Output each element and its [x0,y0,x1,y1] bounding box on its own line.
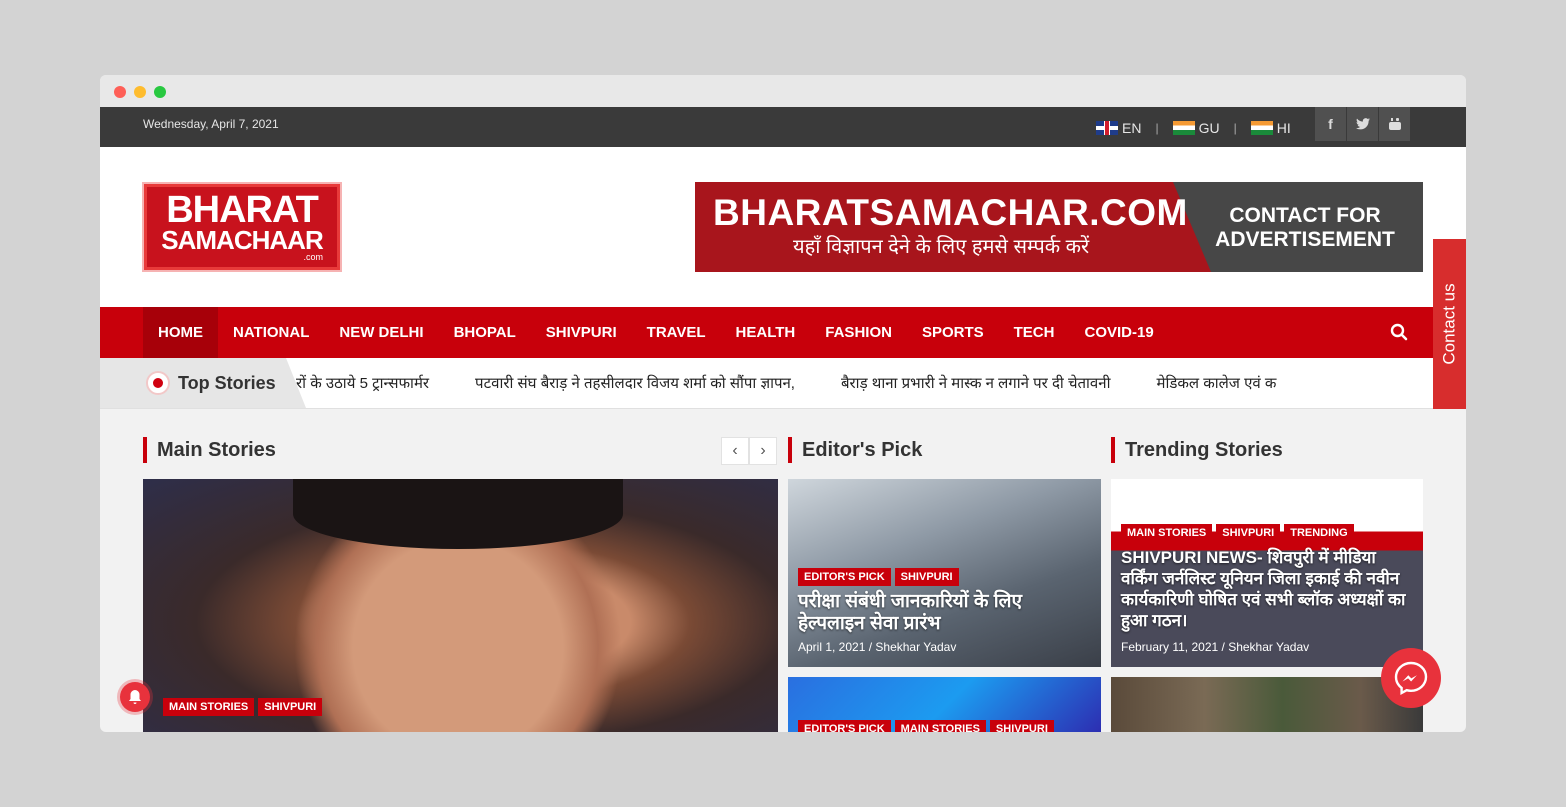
nav-item-sports[interactable]: SPORTS [907,307,999,358]
india-flag-icon [1250,121,1273,135]
separator: | [1155,121,1159,135]
ticker-item[interactable]: पटवारी संघ बैराड़ ने तहसीलदार विजय शर्मा… [475,373,795,393]
nav-item-fashion[interactable]: FASHION [810,307,907,358]
trending-story-card[interactable]: MAIN STORIES SHIVPURI TRENDING SHIVPURI … [1111,479,1423,667]
lang-en[interactable]: EN [1096,120,1141,136]
trending-stories-title: Trending Stories [1111,437,1283,463]
story-date[interactable]: April 1, 2021 [798,640,865,654]
ad-cta-line-2: ADVERTISEMENT [1215,228,1395,251]
nav-item-national[interactable]: NATIONAL [218,307,324,358]
category-tag[interactable]: EDITOR'S PICK [798,568,891,586]
site-logo[interactable]: BHARAT SAMACHAAR .com [144,184,340,270]
top-bar: Wednesday, April 7, 2021 EN | GU | HI f [100,107,1466,147]
search-icon[interactable] [1390,323,1408,341]
contact-us-label: Contact us [1439,283,1459,365]
story-meta: February 11, 2021 / Shekhar Yadav [1121,640,1310,654]
ticker-item[interactable]: रों के उठाये 5 ट्रान्सफार्मर [296,373,429,393]
facebook-icon[interactable]: f [1314,107,1346,141]
top-stories-ticker: Top Stories रों के उठाये 5 ट्रान्सफार्मर… [100,358,1466,409]
lang-gu[interactable]: GU [1172,120,1220,136]
category-tag[interactable]: TRENDING [1284,524,1354,542]
category-tags: EDITOR'S PICK SHIVPURI [798,568,959,586]
window-chrome [100,75,1466,107]
chevron-right-icon[interactable]: › [749,437,777,465]
nav-item-shivpuri[interactable]: SHIVPURI [531,307,632,358]
story-author[interactable]: Shekhar Yadav [1228,640,1309,654]
close-window-button[interactable] [114,86,126,98]
site-header: BHARAT SAMACHAAR .com BHARATSAMACHAR.COM… [100,147,1466,307]
live-dot-icon [146,371,170,395]
nav-item-travel[interactable]: TRAVEL [632,307,721,358]
main-nav: HOME NATIONAL NEW DELHI BHOPAL SHIVPURI TRAVE… [100,307,1466,358]
nav-item-new-delhi[interactable]: NEW DELHI [324,307,438,358]
story-author[interactable]: Shekhar Yadav [875,640,956,654]
story-photo-detail [293,479,623,549]
uk-flag-icon [1096,121,1118,135]
maximize-window-button[interactable] [154,86,166,98]
ad-cta-line-1: CONTACT FOR [1229,204,1381,227]
ticker-item[interactable]: मेडिकल कालेज एवं क [1156,373,1276,393]
category-tag[interactable]: EDITOR'S PICK [798,720,891,732]
category-tags: MAIN STORIES SHIVPURI TRENDING [1121,524,1354,542]
nav-item-bhopal[interactable]: BHOPAL [439,307,531,358]
main-story-card[interactable]: MAIN STORIES SHIVPURI [143,479,778,732]
lang-hi-label: HI [1276,120,1291,136]
category-tag[interactable]: SHIVPURI [258,698,323,716]
messenger-chat-icon[interactable] [1381,648,1441,708]
browser-window: Wednesday, April 7, 2021 EN | GU | HI f [100,75,1466,732]
ticker-label: Top Stories [178,373,276,393]
notification-bell-icon[interactable] [120,682,150,712]
logo-line-3: .com [303,252,323,262]
minimize-window-button[interactable] [134,86,146,98]
twitter-icon[interactable] [1346,107,1378,141]
category-tag[interactable]: MAIN STORIES [163,698,255,716]
ad-cta: CONTACT FOR ADVERTISEMENT [1215,204,1395,252]
category-tag[interactable]: SHIVPURI [1216,524,1281,542]
ticker-track: रों के उठाये 5 ट्रान्सफार्मर पटवारी संघ ब… [296,358,1422,408]
category-tags: MAIN STORIES SHIVPURI [163,698,323,716]
story-title[interactable]: SHIVPURI NEWS- शिवपुरी में मीडिया वर्किं… [1121,547,1416,631]
category-tags: EDITOR'S PICK MAIN STORIES SHIVPURI [798,720,1054,732]
nav-item-tech[interactable]: TECH [999,307,1070,358]
editors-pick-title: Editor's Pick [788,437,922,463]
lang-hi[interactable]: HI [1250,120,1291,136]
nav-items: HOME NATIONAL NEW DELHI BHOPAL SHIVPURI TRAVE… [143,307,1169,358]
ticker-items: रों के उठाये 5 ट्रान्सफार्मर पटवारी संघ ब… [296,373,1322,393]
lang-gu-label: GU [1198,120,1220,136]
india-flag-icon [1172,121,1195,135]
editors-pick-card[interactable]: EDITOR'S PICK SHIVPURI परीक्षा संबंधी जा… [788,479,1101,667]
category-tag[interactable]: SHIVPURI [989,720,1054,732]
ticker-item[interactable]: बैराड़ थाना प्रभारी ने मास्क न लगाने पर … [841,373,1110,393]
nav-item-covid-19[interactable]: COVID-19 [1069,307,1168,358]
contact-us-tab[interactable]: Contact us [1433,239,1466,409]
separator: | [1233,121,1237,135]
ad-tagline: यहाँ विज्ञापन देने के लिए हमसे सम्पर्क क… [793,236,1090,258]
main-stories-arrows: ‹ › [721,437,777,465]
youtube-icon[interactable] [1378,107,1410,141]
logo-line-2: SAMACHAAR [161,225,323,255]
nav-item-health[interactable]: HEALTH [721,307,811,358]
social-links: f [1314,107,1410,141]
story-date[interactable]: February 11, 2021 [1121,640,1218,654]
category-tag[interactable]: SHIVPURI [894,568,959,586]
nav-item-home[interactable]: HOME [143,307,218,358]
advertisement-banner[interactable]: BHARATSAMACHAR.COM यहाँ विज्ञापन देने के… [695,182,1423,272]
story-meta: April 1, 2021 / Shekhar Yadav [798,640,957,654]
chevron-left-icon[interactable]: ‹ [721,437,749,465]
language-switcher: EN | GU | HI [1096,118,1291,138]
category-tag[interactable]: MAIN STORIES [1121,524,1213,542]
logo-line-1: BHARAT [166,189,319,231]
story-title[interactable]: परीक्षा संबंधी जानकारियों के लिए हेल्पला… [798,591,1088,635]
lang-en-label: EN [1122,120,1142,136]
main-stories-title: Main Stories [143,437,276,463]
editors-pick-card[interactable]: EDITOR'S PICK MAIN STORIES SHIVPURI [788,677,1101,732]
category-tag[interactable]: MAIN STORIES [894,720,986,732]
current-date: Wednesday, April 7, 2021 [143,117,279,131]
trending-story-card[interactable] [1111,677,1423,732]
ad-site-name: BHARATSAMACHAR.COM [713,192,1188,233]
